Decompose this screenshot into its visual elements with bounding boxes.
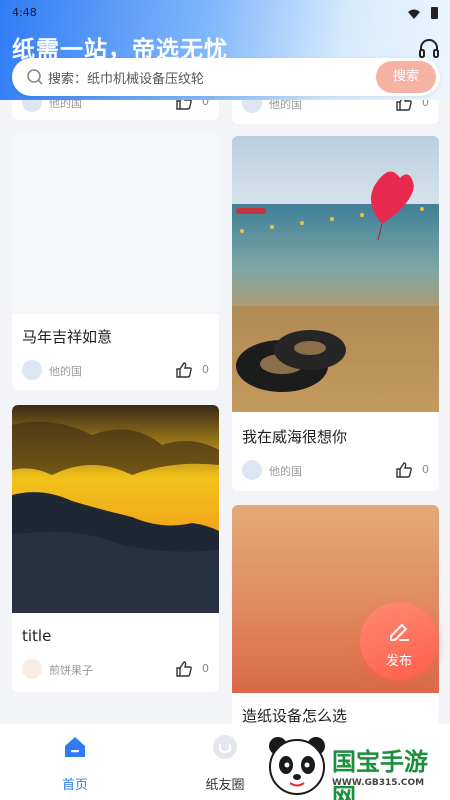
nav-item-home[interactable]: 首页 (35, 734, 115, 794)
search-icon (27, 69, 43, 85)
headset-icon[interactable] (418, 38, 440, 60)
panda-icon (269, 737, 325, 795)
card-title: 马年吉祥如意 (22, 328, 113, 346)
like-count: 0 (422, 463, 429, 476)
avatar (22, 659, 42, 679)
wifi-icon (408, 9, 420, 19)
like-count: 0 (202, 363, 209, 376)
like-button[interactable]: 0 (175, 659, 209, 679)
publish-button[interactable]: 发布 (360, 602, 438, 680)
like-button[interactable]: 0 (395, 460, 429, 480)
thumbs-up-icon (176, 362, 192, 378)
pen-icon (390, 624, 409, 641)
nav-item-circle[interactable]: 纸友圈 (185, 734, 265, 794)
like-count: 0 (202, 662, 209, 675)
like-button[interactable]: 0 (175, 360, 209, 380)
header: 4:48 纸需一站，帝选无忧 搜索：纸巾机械设备压纹轮 搜索 (0, 0, 450, 100)
author-name: 他的国 (49, 365, 82, 378)
thumbs-up-icon (176, 661, 192, 677)
card-image-placeholder (12, 134, 219, 314)
status-time: 4:48 (12, 6, 37, 19)
avatar (242, 460, 262, 480)
sunset-photo (12, 405, 219, 613)
nav-label-circle: 纸友圈 (205, 778, 245, 793)
card-title: 造纸设备怎么选 (242, 707, 348, 725)
search-input[interactable]: 搜索：纸巾机械设备压纹轮 (48, 68, 204, 87)
battery-icon (431, 7, 438, 19)
system-icons (408, 7, 438, 21)
home-icon (65, 737, 85, 757)
card-title: title (22, 627, 52, 645)
watermark-title: 国宝手游网 (332, 748, 428, 800)
circle-icon (213, 735, 237, 759)
watermark-url: WWW.GB315.COM (332, 778, 425, 788)
search-button[interactable]: 搜索 (376, 61, 436, 93)
watermark-logo: 国宝手游网 WWW.GB315.COM (262, 730, 450, 800)
publish-label: 发布 (385, 654, 412, 669)
feed-card[interactable]: 我在威海很想你 他的国 0 (232, 136, 439, 491)
card-title: 我在威海很想你 (242, 428, 348, 446)
author-name: 他的国 (269, 465, 302, 478)
nav-label-home: 首页 (61, 778, 88, 793)
feed-card[interactable]: 马年吉祥如意 他的国 0 (12, 134, 219, 390)
thumbs-up-icon (396, 462, 412, 478)
feed-card[interactable]: title 煎饼果子 0 (12, 405, 219, 692)
beach-photo (232, 136, 439, 412)
author-name: 煎饼果子 (49, 664, 93, 677)
search-bar[interactable]: 搜索：纸巾机械设备压纹轮 搜索 (12, 58, 440, 96)
avatar (22, 360, 42, 380)
status-bar: 4:48 (12, 6, 438, 22)
